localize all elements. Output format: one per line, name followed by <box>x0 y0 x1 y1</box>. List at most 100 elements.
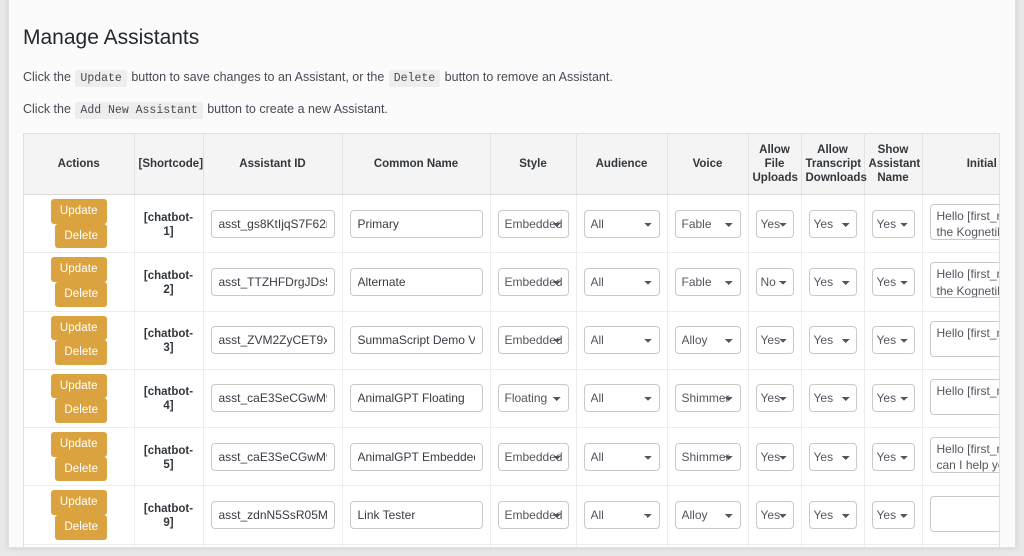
common-name-input[interactable] <box>349 501 483 530</box>
voice-select[interactable]: AlloyFableShimmer <box>674 442 741 471</box>
delete-button[interactable]: Delete <box>55 515 108 540</box>
header-line: Assistant <box>868 158 921 171</box>
audience-select[interactable]: All <box>583 384 660 413</box>
column-header-shortcode: [Shortcode] <box>134 134 204 195</box>
update-button[interactable]: Update <box>50 432 107 457</box>
cell-allow-transcript-downloads: YesNo <box>801 427 865 487</box>
allow-file-uploads-select[interactable]: YesNo <box>755 501 794 530</box>
style-select[interactable]: EmbeddedFloating <box>497 442 569 471</box>
cell-voice: AlloyFableShimmer <box>667 194 749 254</box>
cell-assistant-id <box>203 427 343 487</box>
show-assistant-name-select[interactable]: YesNo <box>871 501 915 530</box>
assistant-id-input[interactable] <box>210 209 335 238</box>
style-select[interactable]: EmbeddedFloating <box>497 267 569 296</box>
cell-audience: All <box>576 369 668 429</box>
initial-greeting-textarea[interactable] <box>929 320 999 357</box>
common-name-input[interactable] <box>349 442 483 471</box>
cell-common-name <box>342 194 491 254</box>
assistant-id-input[interactable] <box>210 326 335 355</box>
common-name-input[interactable] <box>349 267 483 296</box>
help-text-pre: Click the <box>23 70 71 85</box>
cell-actions: UpdateDelete <box>24 369 135 429</box>
delete-button[interactable]: Delete <box>55 223 108 249</box>
inline-code-delete: Delete <box>388 70 441 88</box>
common-name-input[interactable] <box>349 326 483 355</box>
table-row: UpdateDelete [chatbot-5] EmbeddedFloating A… <box>24 427 999 487</box>
delete-button[interactable]: Delete <box>55 398 108 424</box>
style-select[interactable]: EmbeddedFloating <box>497 384 569 413</box>
allow-transcript-downloads-select[interactable]: YesNo <box>808 267 857 296</box>
column-header-voice: Voice <box>667 134 749 195</box>
cell-shortcode: [chatbot-2] <box>134 252 204 312</box>
show-assistant-name-select[interactable]: YesNo <box>871 442 915 471</box>
update-button[interactable]: Update <box>50 198 107 224</box>
cell-voice: AlloyFableShimmer <box>667 252 749 312</box>
table-row: UpdateDelete [chatbot-4] EmbeddedFloating A… <box>24 369 999 429</box>
show-assistant-name-select[interactable]: YesNo <box>871 209 915 238</box>
cell-voice: AlloyFableShimmer <box>667 544 749 547</box>
cell-style: EmbeddedFloating <box>490 544 577 547</box>
allow-transcript-downloads-select[interactable]: YesNo <box>808 501 857 530</box>
voice-select[interactable]: AlloyFableShimmer <box>674 267 741 296</box>
delete-button[interactable]: Delete <box>55 340 108 365</box>
allow-file-uploads-select[interactable]: YesNo <box>755 442 794 471</box>
show-assistant-name-select[interactable]: YesNo <box>871 267 915 296</box>
style-select[interactable]: EmbeddedFloating <box>497 326 569 355</box>
cell-actions: UpdateDelete <box>24 427 135 487</box>
help-text-pre: Click the <box>23 102 71 117</box>
allow-transcript-downloads-select[interactable]: YesNo <box>808 442 857 471</box>
allow-transcript-downloads-select[interactable]: YesNo <box>808 384 857 413</box>
allow-file-uploads-select[interactable]: YesNo <box>755 209 794 238</box>
audience-select[interactable]: All <box>583 326 660 355</box>
cell-initial-greeting <box>922 427 999 487</box>
style-select[interactable]: EmbeddedFloating <box>497 209 569 238</box>
audience-select[interactable]: All <box>583 267 660 296</box>
delete-button[interactable]: Delete <box>55 281 108 307</box>
cell-assistant-id <box>203 544 343 547</box>
voice-select[interactable]: AlloyFableShimmer <box>674 209 741 238</box>
audience-select[interactable]: All <box>583 209 660 238</box>
assistant-id-input[interactable] <box>210 501 335 530</box>
initial-greeting-textarea[interactable] <box>929 204 999 241</box>
table-row: UpdateDelete [chatbot-1] EmbeddedFloating A… <box>24 194 999 254</box>
initial-greeting-textarea[interactable] <box>929 437 999 474</box>
assistant-id-input[interactable] <box>210 267 335 296</box>
update-button[interactable]: Update <box>50 315 107 341</box>
shortcode-label: [chatbot-1] <box>143 211 194 238</box>
header-line: Downloads <box>805 172 867 185</box>
cell-assistant-id <box>203 311 343 370</box>
initial-greeting-textarea[interactable] <box>929 378 999 415</box>
update-button[interactable]: Update <box>50 373 107 399</box>
table-row: UpdateDelete [chatbot-3] EmbeddedFloating A… <box>24 311 999 370</box>
cell-shortcode: [chatbot-1] <box>134 194 204 254</box>
allow-file-uploads-select[interactable]: YesNo <box>755 267 794 296</box>
update-button[interactable]: Update <box>50 490 107 516</box>
audience-select[interactable]: All <box>583 442 660 471</box>
show-assistant-name-select[interactable]: YesNo <box>871 326 915 355</box>
voice-select[interactable]: AlloyFableShimmer <box>674 326 741 355</box>
delete-button[interactable]: Delete <box>55 456 108 482</box>
allow-transcript-downloads-select[interactable]: YesNo <box>808 209 857 238</box>
allow-transcript-downloads-select[interactable]: YesNo <box>808 326 857 355</box>
common-name-input[interactable] <box>349 384 483 413</box>
cell-audience: All <box>576 544 668 547</box>
assistant-id-input[interactable] <box>210 384 335 413</box>
update-button[interactable]: Update <box>50 257 107 282</box>
table-row: UpdateDelete[chatbot-9]EmbeddedFloatingA… <box>24 485 999 545</box>
assistant-id-input[interactable] <box>210 442 335 471</box>
cell-allow-transcript-downloads: YesNo <box>801 544 865 547</box>
style-select[interactable]: EmbeddedFloating <box>497 501 569 530</box>
initial-greeting-textarea[interactable] <box>929 495 999 532</box>
audience-select[interactable]: All <box>583 501 660 530</box>
common-name-input[interactable] <box>349 209 483 238</box>
initial-greeting-textarea[interactable] <box>929 262 999 299</box>
allow-file-uploads-select[interactable]: YesNo <box>755 326 794 355</box>
cell-voice: AlloyFableShimmer <box>667 311 749 370</box>
cell-allow-file-uploads: YesNo <box>748 194 802 254</box>
column-header-allow-file-uploads: Allow File Uploads <box>748 134 802 195</box>
cell-show-assistant-name: YesNo <box>864 311 923 370</box>
allow-file-uploads-select[interactable]: YesNo <box>755 384 794 413</box>
show-assistant-name-select[interactable]: YesNo <box>871 384 915 413</box>
voice-select[interactable]: AlloyFableShimmer <box>674 501 741 530</box>
voice-select[interactable]: AlloyFableShimmer <box>674 384 741 413</box>
